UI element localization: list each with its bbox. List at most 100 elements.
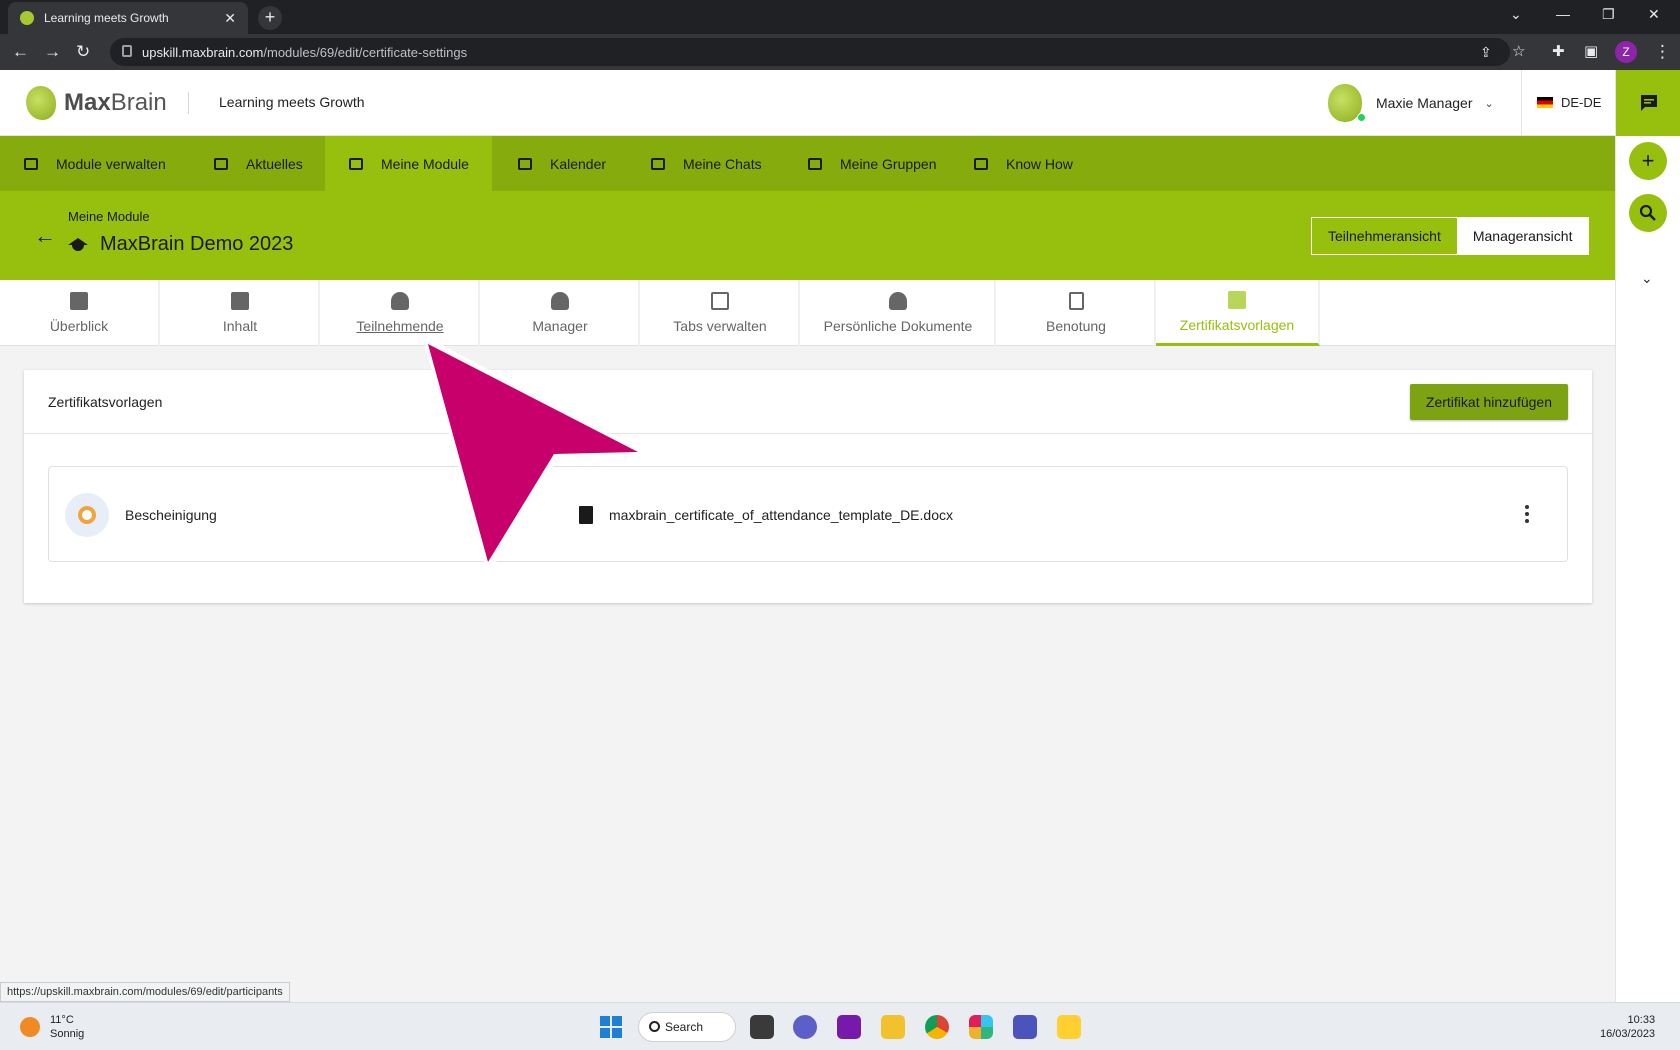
module-tabs: Überblick Inhalt Teilnehmende Manager Ta… [0, 280, 1615, 346]
profile-avatar[interactable]: Z [1615, 41, 1637, 63]
tab-tabs-verwalten[interactable]: Tabs verwalten [642, 280, 800, 346]
nav-item-module-verwalten[interactable]: Module verwalten [0, 136, 190, 191]
browser-tab[interactable]: Learning meets Growth ✕ [8, 2, 248, 34]
window-icon [711, 292, 729, 310]
brain-logo-icon [26, 86, 56, 120]
header-divider [188, 92, 189, 114]
certificate-file[interactable]: maxbrain_certificate_of_attendance_templ… [609, 507, 953, 523]
main-nav: Module verwalten Aktuelles Meine Module … [0, 136, 1615, 191]
nav-item-know-how[interactable]: Know How [948, 136, 1088, 191]
group-icon [808, 157, 822, 170]
logo-text-rest: Brain [110, 89, 167, 116]
nav-label: Kalender [550, 155, 607, 172]
certificate-badge-icon [65, 493, 109, 537]
manager-icon [551, 292, 569, 310]
user-avatar [1328, 84, 1366, 122]
tab-label: Überblick [49, 318, 109, 334]
nav-label: Meine Gruppen [840, 155, 937, 172]
address-bar[interactable]: upskill.maxbrain.com/modules/69/edit/cer… [110, 38, 1510, 66]
new-tab-button[interactable]: + [258, 6, 282, 30]
search-icon [649, 1021, 660, 1032]
tab-search-icon[interactable]: ⌄ [1510, 6, 1522, 23]
german-flag-icon [1537, 97, 1553, 108]
weather-text: Sonnig [50, 1028, 85, 1040]
module-banner: ← Meine Module MaxBrain Demo 2023 Teilne… [0, 191, 1615, 280]
participant-view-button[interactable]: Teilnehmeransicht [1312, 218, 1457, 254]
dashboard-icon [70, 292, 88, 310]
view-toggle: Teilnehmeransicht Manageransicht [1311, 217, 1590, 255]
tab-label: Tabs verwalten [673, 318, 767, 334]
browser-menu-icon[interactable]: ⋮ [1654, 42, 1671, 62]
file-explorer-icon[interactable] [881, 1015, 905, 1039]
tab-label: Zertifikatsvorlagen [1179, 316, 1295, 333]
right-rail: + ⌄ [1615, 70, 1680, 1002]
miro-icon[interactable] [1057, 1015, 1081, 1039]
browser-tabstrip: Learning meets Growth ✕ + ⌄ — ❐ ✕ [0, 0, 1680, 34]
clock-date: 16/03/2023 [1600, 1028, 1656, 1040]
news-icon [214, 157, 228, 170]
tab-persoenliche-dokumente[interactable]: Persönliche Dokumente [802, 280, 996, 346]
onenote-icon[interactable] [837, 1015, 861, 1039]
nav-item-kalender[interactable]: Kalender [492, 136, 622, 191]
pointer-arrow-icon [422, 334, 646, 576]
more-options-icon[interactable] [1525, 505, 1529, 523]
tagline: Learning meets Growth [219, 94, 365, 110]
graduation-cap-icon [349, 157, 363, 170]
browser-toolbar: ← → ↻ upskill.maxbrain.com/modules/69/ed… [0, 34, 1680, 70]
book-icon [974, 157, 988, 170]
tab-benotung[interactable]: Benotung [998, 280, 1156, 346]
windows-start-icon[interactable] [600, 1016, 622, 1038]
back-arrow-icon[interactable]: ← [34, 223, 56, 249]
maxbrain-logo[interactable]: MaxBrain [26, 86, 167, 120]
minimize-icon[interactable]: — [1556, 6, 1570, 22]
certificate-row[interactable]: Bescheinigung maxbrain_certificate_of_at… [48, 466, 1568, 562]
forward-icon[interactable]: → [44, 42, 61, 62]
share-icon[interactable]: ⇪ [1480, 42, 1492, 62]
close-tab-icon[interactable]: ✕ [224, 10, 236, 27]
nav-item-meine-gruppen[interactable]: Meine Gruppen [782, 136, 952, 191]
people-icon [391, 292, 409, 310]
certificates-card: Zertifikatsvorlagen Zertifikat hinzufüge… [24, 370, 1592, 603]
window-close-icon[interactable]: ✕ [1648, 6, 1660, 23]
folder-user-icon [24, 157, 38, 170]
chrome-icon[interactable] [925, 1015, 949, 1039]
tab-inhalt[interactable]: Inhalt [162, 280, 320, 346]
teams-icon[interactable] [1013, 1015, 1037, 1039]
nav-item-aktuelles[interactable]: Aktuelles [200, 136, 325, 191]
add-certificate-button[interactable]: Zertifikat hinzufügen [1409, 384, 1568, 420]
search-button[interactable] [1629, 194, 1667, 232]
bookmark-star-icon[interactable]: ☆ [1512, 42, 1525, 62]
meet-icon[interactable] [793, 1015, 817, 1039]
tab-ueberblick[interactable]: Überblick [0, 280, 160, 346]
status-url: https://upskill.maxbrain.com/modules/69/… [0, 982, 290, 1002]
system-clock[interactable]: 10:33 16/03/2023 [1600, 1013, 1655, 1041]
header-divider-right [1521, 70, 1522, 136]
reload-icon[interactable]: ↻ [76, 42, 90, 62]
extensions-icon[interactable]: ✚ [1552, 42, 1565, 62]
nav-item-meine-chats[interactable]: Meine Chats [625, 136, 780, 191]
temperature: 11°C [50, 1014, 74, 1026]
restore-icon[interactable]: ❐ [1602, 6, 1615, 23]
logo-text-bold: Max [64, 89, 111, 116]
url-path: /modules/69/edit/certificate-settings [263, 44, 468, 60]
chat-button[interactable] [1616, 70, 1680, 136]
task-view-icon[interactable] [750, 1015, 774, 1039]
manager-view-button[interactable]: Manageransicht [1456, 218, 1589, 254]
add-button[interactable]: + [1629, 142, 1667, 180]
favicon-icon [20, 11, 34, 25]
card-header: Zertifikatsvorlagen Zertifikat hinzufüge… [24, 370, 1592, 434]
weather-widget[interactable]: 11°C Sonnig [20, 1013, 84, 1041]
tab-zertifikatsvorlagen[interactable]: Zertifikatsvorlagen [1156, 280, 1320, 346]
language-selector[interactable]: DE-DE [1537, 95, 1601, 110]
nav-item-meine-module[interactable]: Meine Module [325, 136, 492, 191]
taskbar-search[interactable]: Search [638, 1012, 736, 1042]
certificate-name: Bescheinigung [125, 507, 217, 523]
inbox-icon [651, 157, 665, 170]
slack-icon[interactable] [969, 1015, 993, 1039]
back-icon[interactable]: ← [12, 42, 29, 62]
expand-chevron-icon[interactable]: ⌄ [1641, 270, 1653, 287]
nav-label: Aktuelles [246, 155, 303, 172]
user-menu[interactable]: Maxie Manager ⌄ [1328, 84, 1494, 122]
breadcrumb[interactable]: Meine Module [68, 209, 150, 224]
side-panel-icon[interactable]: ▣ [1584, 42, 1598, 62]
